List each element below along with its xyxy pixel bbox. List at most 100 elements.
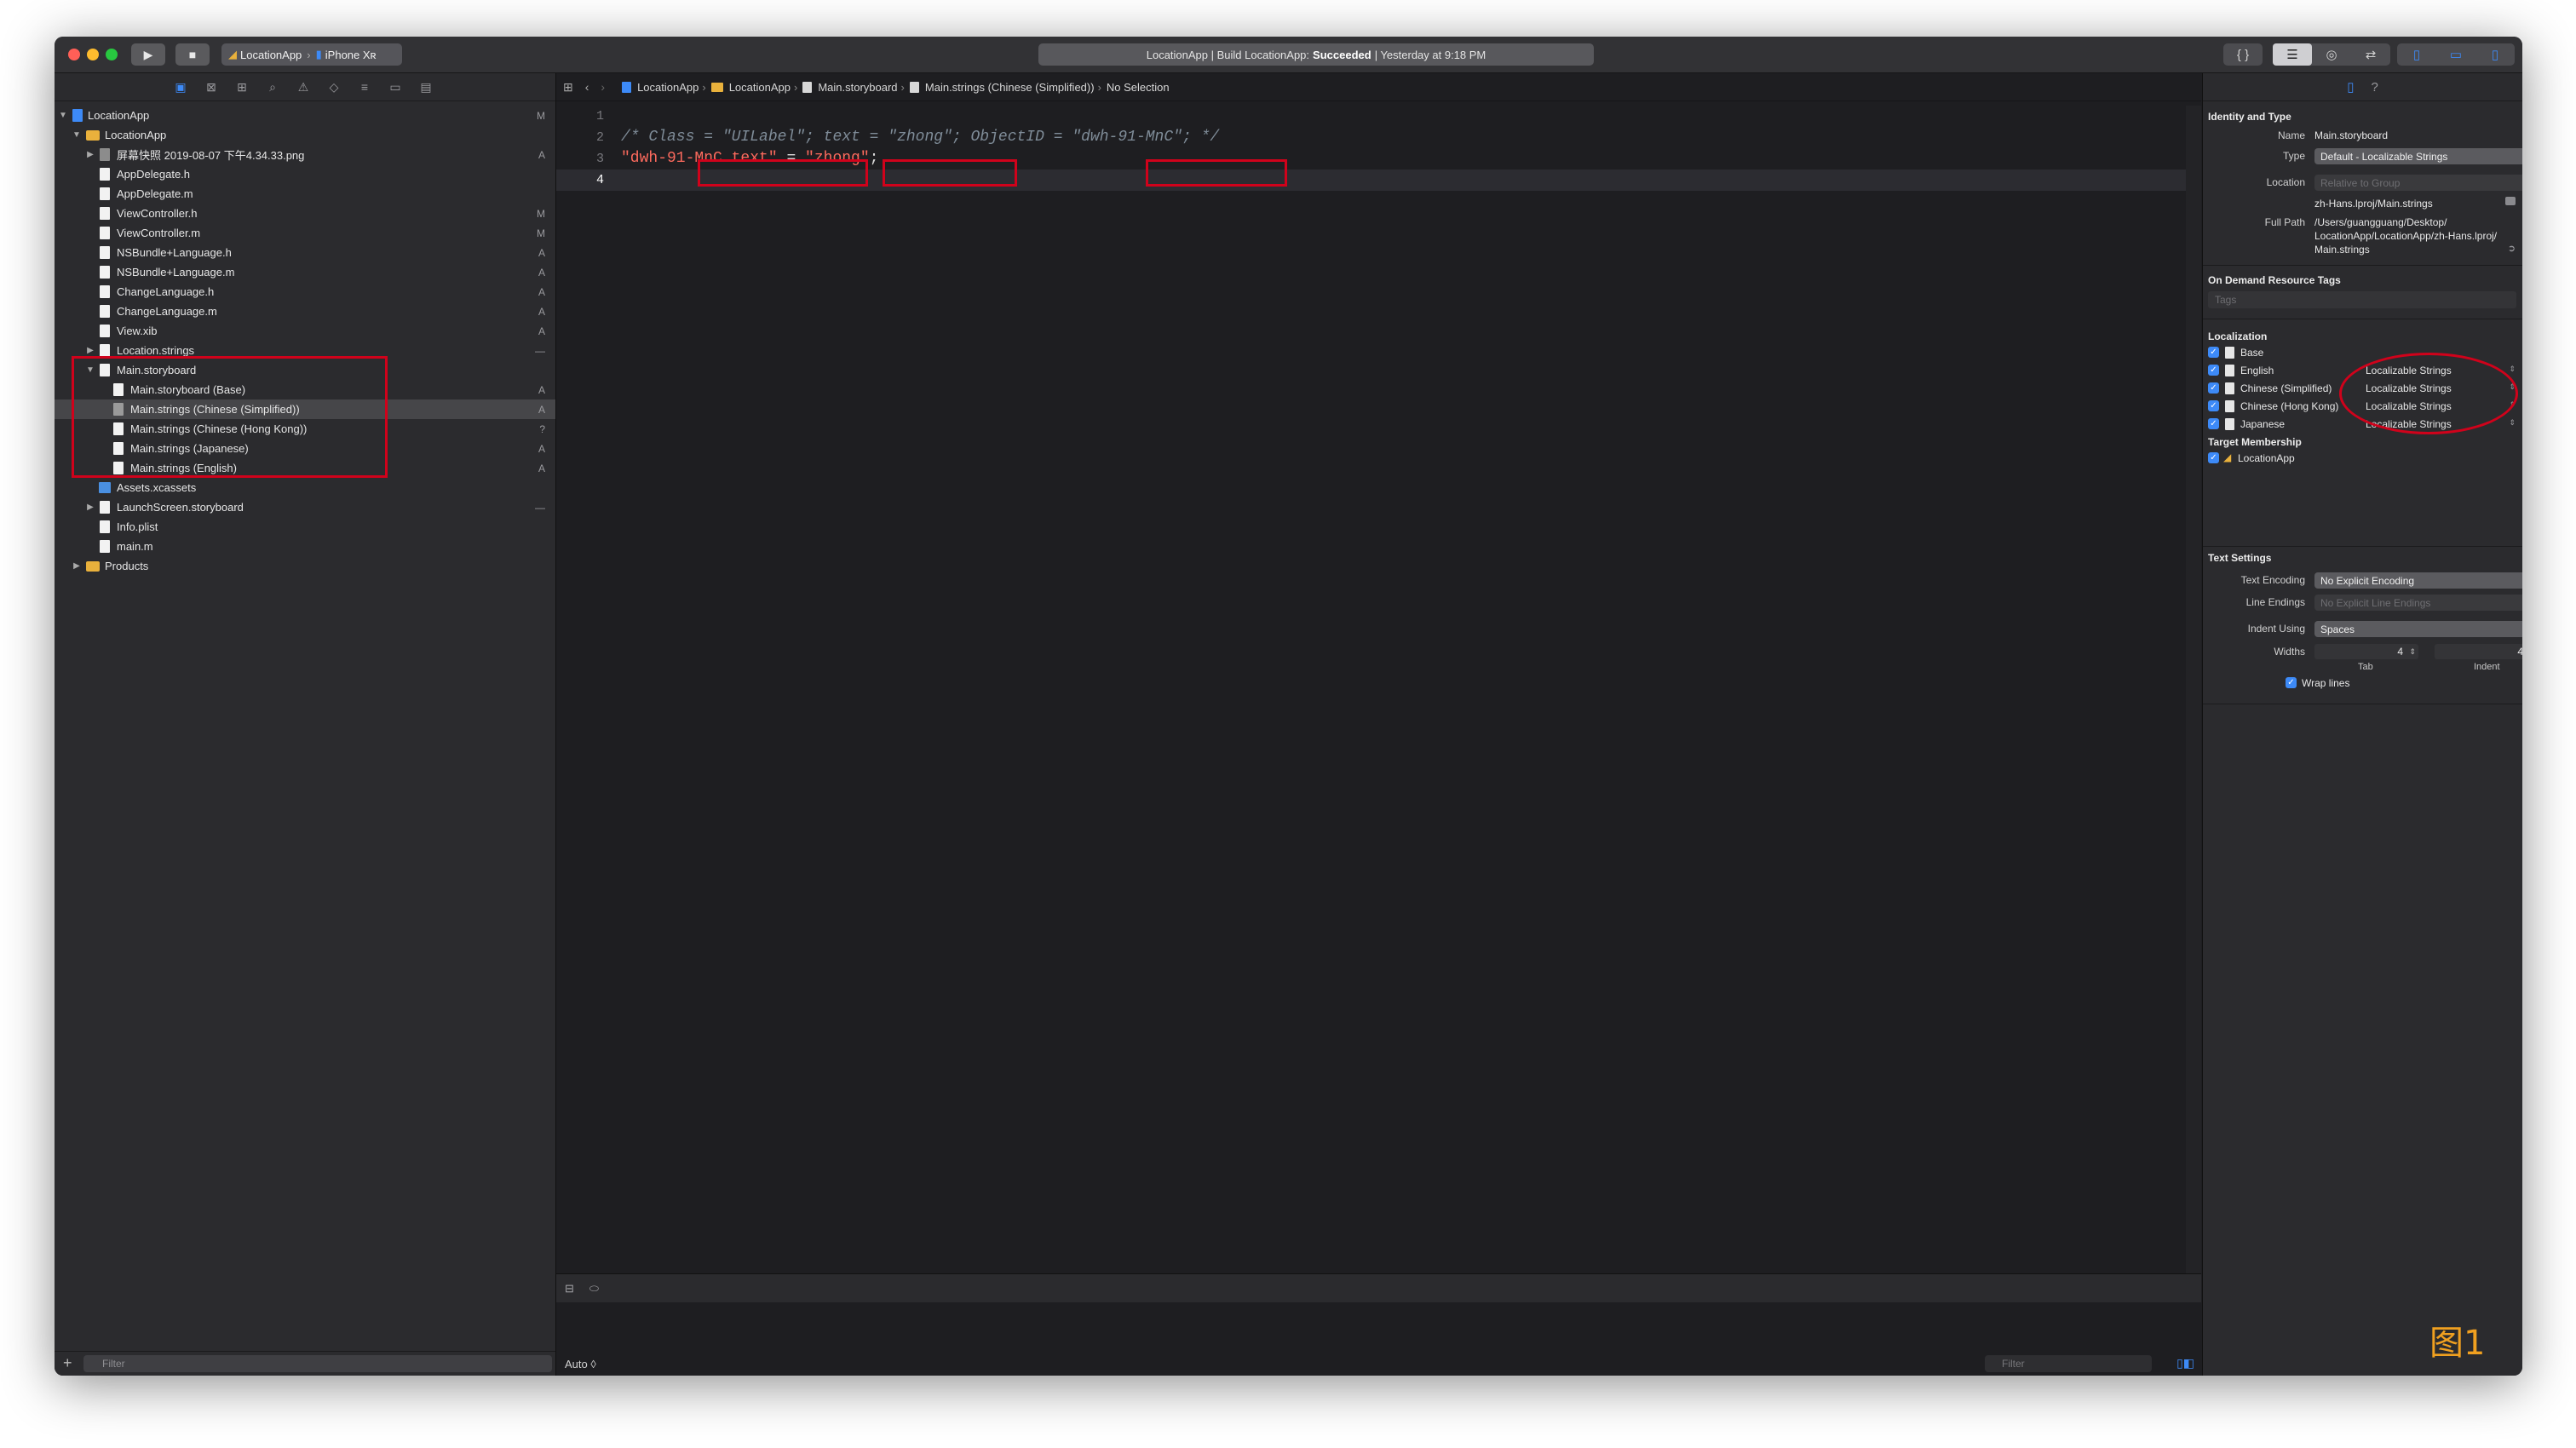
comment-open: /* [621, 129, 649, 146]
disclosure-closed-icon[interactable]: ▶ [86, 150, 95, 159]
tree-row-file[interactable]: ▶ LaunchScreen.storyboard — [55, 497, 555, 517]
navigator-filter-input[interactable]: Filter [83, 1355, 552, 1372]
disclosure-closed-icon[interactable]: ▶ [86, 346, 95, 355]
debug-bar: ⊟ ⬭ [556, 1273, 2201, 1303]
disclosure-closed-icon[interactable]: ▶ [86, 503, 95, 512]
tree-row-file[interactable]: ▶ 屏幕快照 2019-08-07 下午4.34.33.png A [55, 145, 555, 164]
reveal-in-finder-icon[interactable]: ➲ [2508, 243, 2516, 254]
add-icon[interactable]: + [63, 1354, 72, 1372]
checkbox-checked[interactable]: ✓ [2208, 347, 2219, 358]
type-popup[interactable]: Default - Localizable Strings ⇕ [2314, 148, 2522, 164]
tab-width-stepper[interactable]: 4 ⇕ [2314, 644, 2418, 659]
run-button[interactable]: ▶ [131, 43, 165, 66]
hide-debug-area-icon[interactable]: ⊟ [565, 1282, 574, 1296]
storyboard-file-icon [100, 501, 110, 514]
breadcrumb-label: LocationApp [728, 80, 791, 94]
scm-status: A [538, 305, 545, 318]
search-icon[interactable]: ⌕ [266, 80, 279, 95]
assistant-editor-icon[interactable]: ◎ [2312, 43, 2351, 66]
editor-scrollbar[interactable] [2186, 106, 2201, 1309]
checkbox-checked[interactable]: ✓ [2208, 382, 2219, 394]
close-window-button[interactable] [68, 49, 80, 60]
breadcrumb-selection[interactable]: No Selection [1107, 81, 1170, 94]
tree-row-file[interactable]: AppDelegate.h [55, 164, 555, 184]
text-encoding-popup[interactable]: No Explicit Encoding ⇕ [2314, 572, 2522, 589]
disclosure-open-icon[interactable]: ▼ [59, 111, 67, 120]
tree-row-file[interactable]: AppDelegate.m [55, 184, 555, 204]
checkbox-checked[interactable]: ✓ [2208, 400, 2219, 411]
debug-panel-icon[interactable]: ▭ [2436, 43, 2475, 66]
file-inspector-icon[interactable]: ▯ [2347, 79, 2354, 95]
localization-name: English [2240, 365, 2274, 376]
stepper-icon[interactable]: ⇕ [2409, 644, 2416, 659]
tree-row-group[interactable]: ▶ Products [55, 556, 555, 576]
wrap-lines-label: Wrap lines [2302, 677, 2350, 689]
tree-row-file[interactable]: Assets.xcassets [55, 478, 555, 497]
test-icon[interactable]: ◇ [327, 80, 341, 95]
symbol-icon[interactable]: ⊞ [235, 80, 249, 95]
zoom-window-button[interactable] [106, 49, 118, 60]
tree-row-file[interactable]: NSBundle+Language.h A [55, 243, 555, 262]
source-control-icon[interactable]: ⊠ [204, 80, 218, 95]
tags-input[interactable]: Tags [2208, 291, 2516, 308]
indent-width-stepper[interactable]: 4 ⇕ [2435, 644, 2522, 659]
breadcrumb-project[interactable]: LocationApp › [617, 81, 706, 94]
library-icon[interactable]: { } [2223, 43, 2263, 66]
tree-row-file[interactable]: Info.plist [55, 517, 555, 537]
target-row[interactable]: ✓ ◢ LocationApp [2203, 450, 2522, 468]
file-icon [2225, 365, 2234, 376]
breadcrumb-file[interactable]: Main.strings (Chinese (Simplified)) › [905, 81, 1101, 94]
debug-icon[interactable]: ≡ [358, 80, 371, 94]
report-icon[interactable]: ▤ [419, 80, 433, 95]
disclosure-open-icon[interactable]: ▼ [72, 130, 81, 140]
tree-row-project[interactable]: ▼ LocationApp M [55, 106, 555, 125]
standard-editor-icon[interactable]: ☰ [2273, 43, 2312, 66]
tree-row-file[interactable]: ChangeLanguage.h A [55, 282, 555, 302]
line-endings-popup[interactable]: No Explicit Line Endings ⇕ [2314, 595, 2522, 611]
tree-row-file[interactable]: ChangeLanguage.m A [55, 302, 555, 321]
tree-row-group[interactable]: ▼ LocationApp [55, 125, 555, 145]
stop-button[interactable]: ■ [175, 43, 210, 66]
breakpoint-toggle-icon[interactable]: ⬭ [589, 1282, 599, 1296]
related-items-icon[interactable]: ⊞ [563, 80, 573, 95]
quick-help-icon[interactable]: ? [2371, 80, 2378, 95]
tree-row-file[interactable]: ViewController.h M [55, 204, 555, 223]
forward-icon[interactable]: › [601, 80, 605, 94]
tree-row-file[interactable]: View.xib A [55, 321, 555, 341]
indent-using-popup[interactable]: Spaces ⇕ [2314, 621, 2522, 637]
split-view-icon[interactable]: ▯◧ [2176, 1356, 2194, 1370]
reveal-folder-icon[interactable] [2505, 197, 2516, 205]
wrap-lines-row[interactable]: ✓ Wrap lines [2203, 675, 2522, 692]
version-editor-icon[interactable]: ⇄ [2351, 43, 2390, 66]
checkbox-checked[interactable]: ✓ [2208, 365, 2219, 376]
file-icon [2225, 418, 2234, 430]
tree-row-file[interactable]: ViewController.m M [55, 223, 555, 243]
disclosure-closed-icon[interactable]: ▶ [72, 561, 81, 571]
play-icon: ▶ [143, 47, 153, 61]
localization-name: Base [2240, 347, 2264, 359]
console-filter-input[interactable]: Filter [1985, 1355, 2152, 1372]
folder-icon[interactable]: ▣ [174, 80, 187, 95]
header-file-icon [100, 246, 110, 259]
breadcrumb-group[interactable]: LocationApp › [706, 80, 797, 94]
scm-status: A [538, 246, 545, 259]
inspector-panel-icon[interactable]: ▯ [2475, 43, 2515, 66]
warning-icon[interactable]: ⚠ [296, 80, 310, 95]
scheme-device: iPhone Xʀ [325, 48, 377, 61]
breakpoint-icon[interactable]: ▭ [388, 80, 402, 95]
navigator-panel-icon[interactable]: ▯ [2397, 43, 2436, 66]
breadcrumb-storyboard[interactable]: Main.storyboard › [797, 81, 905, 94]
scheme-selector[interactable]: ◢ LocationApp › ▮ iPhone Xʀ [221, 43, 402, 66]
minimize-window-button[interactable] [87, 49, 99, 60]
tree-row-file[interactable]: NSBundle+Language.m A [55, 262, 555, 282]
line-number: 2 [595, 130, 604, 145]
checkbox-checked[interactable]: ✓ [2286, 677, 2297, 688]
checkbox-checked[interactable]: ✓ [2208, 418, 2219, 429]
field-label: Line Endings [2245, 596, 2305, 608]
back-icon[interactable]: ‹ [585, 80, 589, 94]
variables-scope-selector[interactable]: Auto ◊ [565, 1358, 596, 1370]
name-value[interactable]: Main.storyboard [2314, 129, 2388, 141]
location-popup[interactable]: Relative to Group ⇕ [2314, 175, 2522, 191]
checkbox-checked[interactable]: ✓ [2208, 452, 2219, 463]
tree-row-file[interactable]: main.m [55, 537, 555, 556]
